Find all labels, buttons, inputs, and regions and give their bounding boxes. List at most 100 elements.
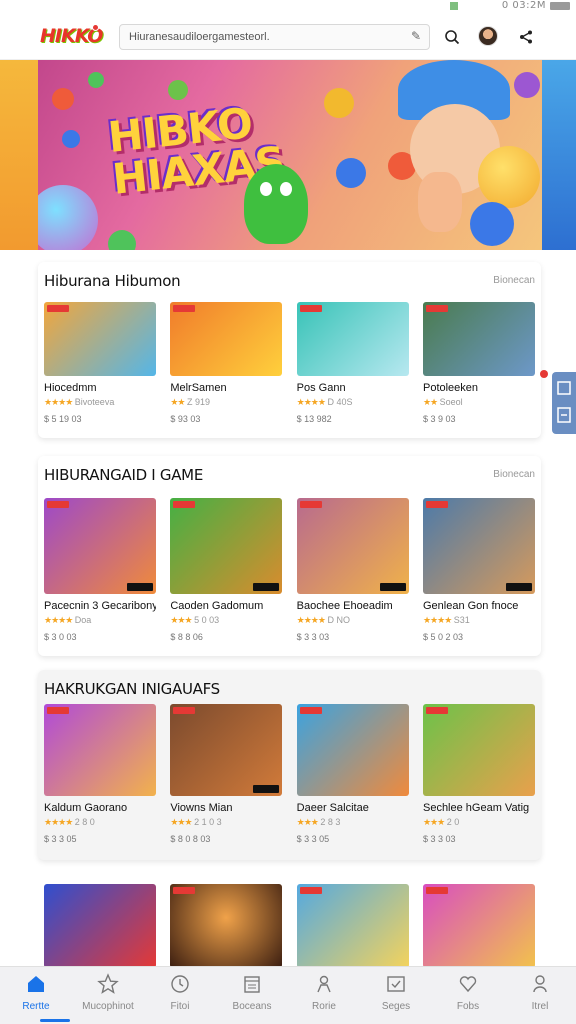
star-rating: ★★★★	[44, 616, 73, 626]
game-card[interactable]: Potoleeken ★★ Soeol $ 3 9 03	[422, 302, 535, 424]
section-more-link[interactable]: Bionecan	[493, 275, 535, 286]
game-card[interactable]: Hiocedmm ★★★★ Bivoteeva $ 5 19 03	[44, 302, 156, 424]
side-quick-tab[interactable]	[552, 372, 576, 434]
game-rating: ★★★ 2 1 0 3	[170, 817, 282, 828]
card-row	[44, 884, 535, 968]
nav-label: Fobs	[456, 1001, 480, 1012]
game-size: $ 5 0 2 03	[422, 632, 464, 642]
share-icon[interactable]	[514, 25, 538, 49]
game-title: Kaldum Gaorano	[44, 802, 128, 814]
nav-favorite[interactable]: Fobs	[432, 967, 504, 1024]
game-size: $ 93 03	[170, 414, 201, 424]
game-card[interactable]: MelrSamen ★★ Z 919 $ 93 03	[170, 302, 283, 424]
nav-home[interactable]: Rertte	[0, 967, 72, 1024]
nav-label: Boceans	[232, 1001, 272, 1012]
game-thumbnail[interactable]	[296, 704, 409, 796]
star-rating: ★★★★	[296, 398, 326, 408]
game-card[interactable]: Pos Gann ★★★★ D 40S $ 13 982	[296, 302, 409, 424]
new-badge	[299, 305, 322, 312]
nav-recent[interactable]: Fitoi	[144, 967, 216, 1024]
game-title: Viowns Mian	[170, 802, 233, 814]
game-card[interactable]	[422, 884, 535, 968]
game-thumbnail[interactable]	[422, 302, 535, 376]
new-badge	[425, 707, 448, 714]
game-thumbnail[interactable]	[44, 302, 156, 376]
game-thumbnail[interactable]	[170, 704, 283, 796]
game-thumbnail[interactable]	[296, 498, 409, 594]
hero-banner[interactable]: HIBKO HIAXAS	[0, 60, 576, 250]
card-row: Pacecnin 3 Gecaribony ★★★★ Doa $ 3 0 03 …	[44, 498, 535, 642]
game-rating: ★★ Z 919	[170, 397, 282, 408]
nav-profile[interactable]: Itrel	[504, 967, 576, 1024]
game-thumbnail[interactable]	[170, 498, 283, 594]
clock-icon	[169, 973, 191, 995]
card-row: Hiocedmm ★★★★ Bivoteeva $ 5 19 03 MelrSa…	[44, 302, 535, 424]
decor-ball	[88, 72, 104, 88]
rating-text: Z 919	[186, 397, 210, 407]
top-bar: HIKKO ✎	[0, 14, 576, 60]
game-title: Pos Gann	[296, 382, 346, 394]
decor-ball	[108, 230, 136, 250]
game-thumbnail[interactable]	[422, 704, 535, 796]
game-title: Potoleeken	[422, 382, 479, 394]
nav-check[interactable]: Seges	[360, 967, 432, 1024]
section-hakrukgan: HAKRUKGAN INIGAUAFS Kaldum Gaorano ★★★★ …	[38, 670, 541, 860]
game-rating: ★★★ 2 8 3	[297, 817, 409, 828]
new-badge	[173, 707, 196, 714]
game-thumbnail[interactable]	[170, 302, 283, 376]
game-card[interactable]: Pacecnin 3 Gecaribony ★★★★ Doa $ 3 0 03	[44, 498, 156, 642]
game-thumbnail[interactable]	[296, 302, 409, 376]
search-icon[interactable]	[440, 25, 464, 49]
star-rating: ★★	[422, 398, 438, 408]
rating-text: Doa	[74, 615, 92, 625]
game-card[interactable]	[296, 884, 409, 968]
game-card[interactable]	[44, 884, 156, 968]
game-title: Pacecnin 3 Gecaribony	[44, 600, 156, 612]
game-card[interactable]: Kaldum Gaorano ★★★★ 2 8 0 $ 3 3 05	[44, 704, 156, 844]
new-badge	[47, 707, 69, 714]
new-badge	[47, 305, 69, 312]
nav-calendar[interactable]: Boceans	[216, 967, 288, 1024]
new-badge	[425, 887, 448, 894]
game-card[interactable]: Viowns Mian ★★★ 2 1 0 3 $ 8 0 8 03	[170, 704, 283, 844]
decor-ball	[470, 202, 514, 246]
nav-favorites[interactable]: Mucophinot	[72, 967, 144, 1024]
banner-slide[interactable]: HIBKO HIAXAS	[38, 60, 544, 250]
game-card[interactable]	[170, 884, 283, 968]
game-rating: ★★ Soeol	[423, 397, 535, 408]
game-size: $ 3 0 03	[44, 632, 77, 642]
nav-person[interactable]: Rorie	[288, 967, 360, 1024]
tag-badge	[253, 583, 280, 591]
profile-icon	[529, 973, 551, 995]
game-card[interactable]: Genlean Gon fnoce ★★★★ S31 $ 5 0 2 03	[422, 498, 535, 642]
game-thumbnail[interactable]	[170, 884, 283, 968]
banner-next-slide[interactable]	[542, 60, 576, 250]
game-thumbnail[interactable]	[44, 498, 156, 594]
nav-label: Rertte	[22, 1001, 50, 1012]
notification-dot	[540, 370, 548, 378]
search-box[interactable]: ✎	[119, 24, 430, 50]
game-thumbnail[interactable]	[422, 498, 535, 594]
battery-icon	[550, 2, 570, 10]
game-thumbnail[interactable]	[44, 704, 156, 796]
rating-text: 2 8 0	[74, 817, 95, 827]
clear-icon[interactable]: ✎	[411, 29, 421, 43]
new-badge	[173, 887, 196, 894]
game-card[interactable]: Sechlee hGeam Vatig ★★★ 2 0 $ 3 3 03	[422, 704, 535, 844]
search-input[interactable]	[129, 29, 399, 45]
game-card[interactable]: Baochee Ehoeadim ★★★★ D NO $ 3 3 03	[296, 498, 409, 642]
game-thumbnail[interactable]	[44, 884, 156, 968]
game-card[interactable]: Daeer Salcitae ★★★ 2 8 3 $ 3 3 05	[296, 704, 409, 844]
avatar[interactable]	[478, 26, 498, 46]
decor-ball	[336, 158, 366, 188]
star-rating: ★★	[170, 398, 185, 408]
game-thumbnail[interactable]	[422, 884, 535, 968]
decor-ball	[38, 185, 98, 250]
banner-prev-slide[interactable]	[0, 60, 38, 250]
game-rating: ★★★★ Bivoteeva	[44, 397, 156, 408]
new-badge	[173, 305, 196, 312]
game-card[interactable]: Caoden Gadomum ★★★ 5 0 03 $ 8 8 06	[170, 498, 283, 642]
section-more-link[interactable]: Bionecan	[493, 469, 535, 480]
section-title: HAKRUKGAN INIGAUAFS	[44, 680, 220, 698]
game-thumbnail[interactable]	[296, 884, 409, 968]
